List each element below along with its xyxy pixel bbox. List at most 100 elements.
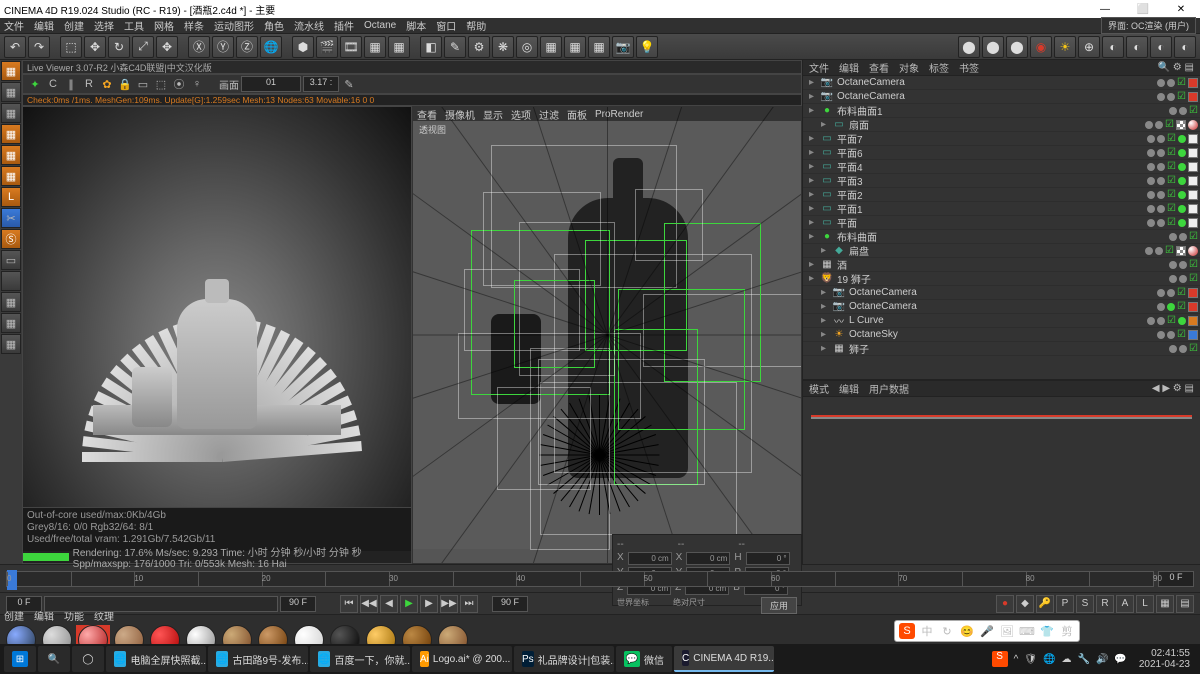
tray-cloud-icon[interactable]: ☁ [1061, 654, 1071, 665]
tray-shield-icon[interactable]: 🛡 [1024, 654, 1037, 665]
system-clock[interactable]: 02:41:55 2021-04-23 [1133, 648, 1196, 670]
object-row[interactable]: ▸▭平面3☑ [803, 174, 1200, 188]
render-setting-btn[interactable]: ◉ [1030, 36, 1052, 58]
toolbar-btn[interactable]: ✥ [156, 36, 178, 58]
object-row[interactable]: ▸▭平面4☑ [803, 160, 1200, 174]
menu-item[interactable]: 插件 [334, 18, 354, 33]
layout-selector[interactable]: 界面: OC渲染 (用户) [1101, 17, 1196, 34]
object-row[interactable]: ▸〰L Curve☑ [803, 314, 1200, 328]
vp-menu-item[interactable]: 选项 [511, 107, 531, 122]
toolbar-btn[interactable]: ▦ [388, 36, 410, 58]
toolbar-btn[interactable]: ▦ [540, 36, 562, 58]
taskbar-item[interactable]: 💬微信 [616, 646, 672, 672]
lv-lock-icon[interactable]: 🔒 [117, 76, 133, 92]
vp-menu-item[interactable]: 查看 [417, 107, 437, 122]
toolbar-btn[interactable]: Ⓨ [212, 36, 234, 58]
left-tool[interactable]: Ⓢ [1, 229, 21, 249]
object-row[interactable]: ▸▦狮子☑ [803, 342, 1200, 356]
vp-menu-item[interactable]: 显示 [483, 107, 503, 122]
menu-item[interactable]: 脚本 [406, 18, 426, 33]
object-row[interactable]: ▸▭平面6☑ [803, 146, 1200, 160]
ime-toolbar[interactable]: S中↻😊🎤🖼⌨👕剪 [894, 620, 1080, 642]
left-tool[interactable] [1, 271, 21, 291]
object-row[interactable]: ▸●布料曲面1☑ [803, 104, 1200, 118]
toolbar-btn[interactable]: 🌐 [260, 36, 282, 58]
obj-tab[interactable]: 对象 [899, 60, 919, 75]
left-tool[interactable]: ▦ [1, 103, 21, 123]
object-row[interactable]: ▸☀OctaneSky☑ [803, 328, 1200, 342]
ime-btn[interactable]: 👕 [1039, 623, 1055, 639]
taskbar-item[interactable]: ◯ [72, 646, 104, 672]
menu-item[interactable]: 工具 [124, 18, 144, 33]
menu-item[interactable]: 网格 [154, 18, 174, 33]
left-tool[interactable]: ▦ [1, 292, 21, 312]
lv-pin-icon[interactable]: ⦿ [171, 76, 187, 92]
render-setting-btn[interactable]: ⊕ [1078, 36, 1100, 58]
lv-region-icon[interactable]: ⬚ [153, 76, 169, 92]
object-row[interactable]: ▸●布料曲面☑ [803, 230, 1200, 244]
editor-viewport[interactable]: 查看摄像机显示选项过滤面板ProRender 透视图 视图间距 : 1 cm [412, 106, 802, 564]
window-max[interactable]: ⬜ [1128, 4, 1158, 15]
left-tool[interactable]: ▦ [1, 124, 21, 144]
taskbar-item[interactable]: ⊞ [4, 646, 36, 672]
toolbar-btn[interactable]: ◎ [516, 36, 538, 58]
render-setting-btn[interactable]: ⬤ [1006, 36, 1028, 58]
left-tool[interactable]: ▦ [1, 61, 21, 81]
left-tool[interactable]: ▦ [1, 166, 21, 186]
vp-menu-item[interactable]: 面板 [567, 107, 587, 122]
menu-item[interactable]: 帮助 [466, 18, 486, 33]
obj-tab[interactable]: 编辑 [839, 60, 859, 75]
menu-item[interactable]: 选择 [94, 18, 114, 33]
object-row[interactable]: ▸🦁19 狮子☑ [803, 272, 1200, 286]
lv-clip-icon[interactable]: ▭ [135, 76, 151, 92]
menu-item[interactable]: 流水线 [294, 18, 324, 33]
render-setting-btn[interactable]: ◐ [1150, 36, 1172, 58]
obj-tab[interactable]: 标签 [929, 60, 949, 75]
render-setting-btn[interactable]: ☀ [1054, 36, 1076, 58]
object-row[interactable]: ▸📷OctaneCamera☑ [803, 76, 1200, 90]
toolbar-btn[interactable]: 📷 [612, 36, 634, 58]
toolbar-btn[interactable]: 🎞 [340, 36, 362, 58]
object-row[interactable]: ▸◆扁盘☑ [803, 244, 1200, 258]
object-row[interactable]: ▸📷OctaneCamera☑ [803, 300, 1200, 314]
lv-res-value[interactable]: 3.17 : [303, 76, 339, 92]
toolbar-btn[interactable]: ↶ [4, 36, 26, 58]
left-tool[interactable]: L [1, 187, 21, 207]
toolbar-btn[interactable]: Ⓩ [236, 36, 258, 58]
toolbar-btn[interactable]: ⬢ [292, 36, 314, 58]
left-tool[interactable]: ▭ [1, 250, 21, 270]
coord-apply[interactable]: 应用 [761, 597, 797, 614]
tray-sogou-icon[interactable]: S [992, 651, 1008, 667]
tray-up-icon[interactable]: ^ [1014, 654, 1019, 665]
lv-target-icon[interactable]: ♀ [189, 76, 205, 92]
toolbar-btn[interactable]: ❋ [492, 36, 514, 58]
lv-gear-icon[interactable]: ✿ [99, 76, 115, 92]
ime-btn[interactable]: 中 [919, 623, 935, 639]
lv-picker-icon[interactable]: ✎ [341, 76, 357, 92]
menu-item[interactable]: 窗口 [436, 18, 456, 33]
toolbar-btn[interactable]: ✥ [84, 36, 106, 58]
taskbar-item[interactable]: 🔍 [38, 646, 70, 672]
taskbar-item[interactable]: Ps礼品牌设计|包装... [514, 646, 614, 672]
left-tool[interactable]: ✂ [1, 208, 21, 228]
ime-btn[interactable]: ↻ [939, 623, 955, 639]
ime-btn[interactable]: S [899, 623, 915, 639]
object-row[interactable]: ▸▭平面2☑ [803, 188, 1200, 202]
lv-stop-icon[interactable]: C [45, 76, 61, 92]
vp-menu-item[interactable]: 过滤 [539, 107, 559, 122]
lv-refresh-icon[interactable]: ✦ [27, 76, 43, 92]
taskbar-item[interactable]: AiLogo.ai* @ 200... [412, 646, 512, 672]
ime-btn[interactable]: 🖼 [999, 623, 1015, 639]
tray-net-icon[interactable]: 🌐 [1043, 654, 1055, 665]
left-tool[interactable]: ▦ [1, 82, 21, 102]
menu-item[interactable]: Octane [364, 20, 396, 31]
toolbar-btn[interactable]: ▦ [588, 36, 610, 58]
window-min[interactable]: — [1090, 4, 1120, 15]
toolbar-btn[interactable]: ▦ [564, 36, 586, 58]
object-manager-list[interactable]: ▸📷OctaneCamera☑ ▸📷OctaneCamera☑ ▸●布料曲面1☑ ▸▭… [803, 76, 1200, 379]
taskbar-item[interactable]: 🌐百度一下，你就... [310, 646, 410, 672]
toolbar-btn[interactable]: 🎬 [316, 36, 338, 58]
toolbar-btn[interactable]: Ⓧ [188, 36, 210, 58]
tray-vol-icon[interactable]: 🔊 [1096, 654, 1108, 665]
render-setting-btn[interactable]: ◐ [1126, 36, 1148, 58]
